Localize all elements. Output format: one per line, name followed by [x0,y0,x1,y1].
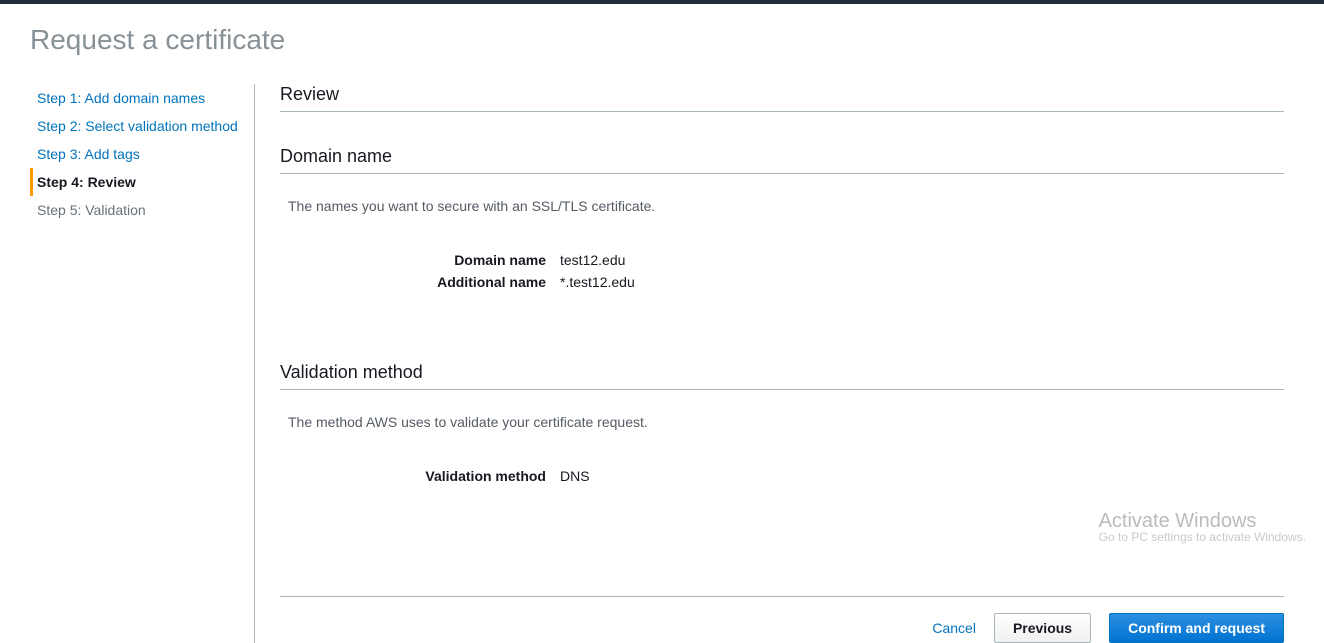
wizard-steps-sidebar: Step 1: Add domain names Step 2: Select … [30,84,255,643]
kv-domain-name: Domain name test12.edu [280,252,1284,268]
kv-additional-name-label: Additional name [280,274,560,290]
step-1-add-domain-names[interactable]: Step 1: Add domain names [30,84,244,112]
cancel-button[interactable]: Cancel [932,620,976,636]
domain-name-kv-block: Domain name test12.edu Additional name *… [280,252,1284,296]
validation-method-section-desc: The method AWS uses to validate your cer… [288,414,1284,430]
kv-additional-name-value: *.test12.edu [560,274,635,290]
kv-domain-name-value: test12.edu [560,252,625,268]
domain-name-section-desc: The names you want to secure with an SSL… [288,198,1284,214]
step-5-validation: Step 5: Validation [30,196,244,224]
kv-domain-name-label: Domain name [280,252,560,268]
page-title: Request a certificate [30,24,1294,56]
step-4-review[interactable]: Step 4: Review [30,168,244,196]
step-3-add-tags[interactable]: Step 3: Add tags [30,140,244,168]
wizard-footer-actions: Cancel Previous Confirm and request [280,596,1284,643]
main-content: Review Domain name The names you want to… [255,84,1294,643]
kv-additional-name: Additional name *.test12.edu [280,274,1284,290]
previous-button[interactable]: Previous [994,613,1091,643]
step-2-select-validation-method[interactable]: Step 2: Select validation method [30,112,244,140]
validation-method-section-title: Validation method [280,362,1284,390]
kv-validation-method-label: Validation method [280,468,560,484]
validation-method-kv-block: Validation method DNS [280,468,1284,490]
kv-validation-method-value: DNS [560,468,590,484]
confirm-and-request-button[interactable]: Confirm and request [1109,613,1284,643]
kv-validation-method: Validation method DNS [280,468,1284,484]
review-heading: Review [280,84,1284,112]
domain-name-section-title: Domain name [280,146,1284,174]
